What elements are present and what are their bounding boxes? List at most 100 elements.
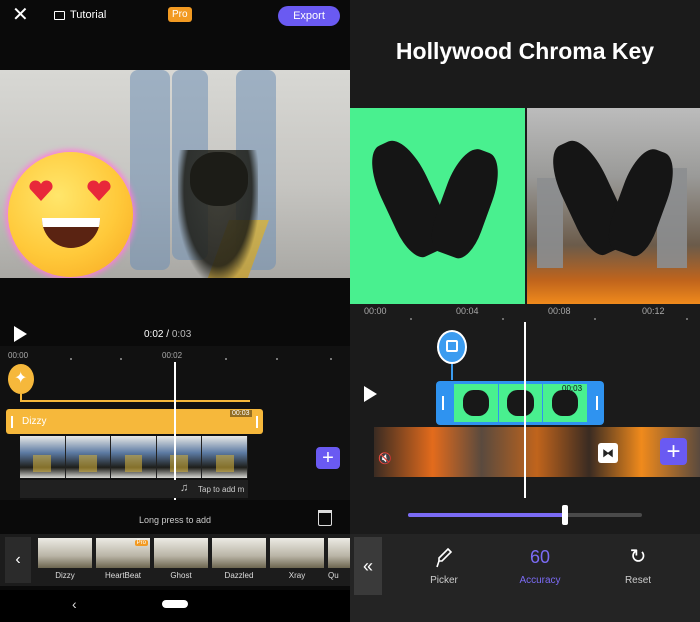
transition-icon[interactable]: ⧓ [598, 443, 618, 463]
mute-icon[interactable]: 🔇 [378, 452, 392, 465]
film-frame [499, 384, 544, 422]
ruler-tick [686, 318, 688, 320]
effect-label: Ghost [170, 571, 192, 580]
effect-label: Qu [328, 571, 339, 580]
ruler-tick [70, 358, 72, 360]
effect-thumbnail [154, 538, 208, 568]
add-music-hint[interactable]: Tap to add m [198, 485, 250, 494]
effect-item-heartbeat[interactable]: Pro HeartBeat [96, 538, 150, 580]
sticker-track-line [22, 400, 250, 402]
add-clip-button[interactable]: + [660, 438, 687, 465]
ruler-label: 00:02 [162, 351, 183, 360]
effect-item-ghost[interactable]: Ghost [154, 538, 208, 580]
dog-head [190, 152, 248, 206]
ruler-label: 00:00 [8, 351, 29, 360]
timecode: 0:02 / 0:03 [144, 329, 191, 340]
ghost-leg [130, 70, 170, 270]
film-frame [202, 436, 248, 478]
pin-stem [451, 364, 453, 380]
ruler-tick [410, 318, 412, 320]
clip-right-handle[interactable] [256, 416, 258, 428]
ruler-label: 00:08 [548, 306, 571, 316]
nav-back-icon[interactable]: ‹ [72, 596, 77, 612]
top-toolbar: ✕ Tutorial Pro Export [0, 0, 350, 32]
effect-clip-duration: 00:03 [230, 410, 252, 417]
clip-left-handle[interactable] [442, 396, 444, 410]
film-frame [156, 436, 203, 478]
ruler-tick [594, 318, 596, 320]
ruler-label: 00:04 [456, 306, 479, 316]
effect-thumbnail: Pro [96, 538, 150, 568]
effect-thumbnail [328, 538, 350, 568]
playhead[interactable] [524, 322, 526, 498]
effect-thumbnail [270, 538, 324, 568]
reset-tool[interactable]: ↻ Reset [608, 545, 668, 586]
ruler-label: 00:00 [364, 306, 387, 316]
current-time: 0:02 [144, 329, 164, 340]
accuracy-value: 60 [529, 547, 551, 567]
ruler-tick [502, 318, 504, 320]
tool-label: Picker [430, 575, 458, 586]
picker-tool[interactable]: Picker [414, 545, 474, 586]
keyframe-icon [446, 340, 458, 352]
accuracy-tool[interactable]: 60 Accuracy [510, 545, 570, 586]
heart-eyes-emoji-sticker[interactable] [8, 152, 133, 277]
tutorial-button[interactable]: Tutorial [54, 9, 106, 21]
video-preview[interactable] [0, 70, 350, 278]
accuracy-slider-fill [408, 513, 565, 517]
effect-label: Dazzled [224, 571, 254, 580]
ruler-tick [225, 358, 227, 360]
trash-icon[interactable] [318, 510, 332, 526]
heart-icon [87, 180, 111, 201]
clip-right-handle[interactable] [596, 396, 598, 410]
film-frame [65, 436, 112, 478]
effect-item-dazzled[interactable]: Dazzled [212, 538, 266, 580]
add-clip-button[interactable]: + [316, 447, 340, 469]
film-frame [454, 384, 499, 422]
film-frame [20, 436, 66, 478]
video-filmstrip[interactable] [20, 436, 248, 478]
play-button[interactable] [14, 326, 27, 342]
tutorial-icon [54, 10, 65, 20]
accuracy-slider-thumb[interactable] [561, 505, 568, 525]
export-button[interactable]: Export [278, 6, 340, 26]
clip-left-handle[interactable] [11, 416, 13, 428]
heart-icon [29, 180, 53, 201]
total-time: 0:03 [171, 329, 192, 340]
close-icon[interactable]: ✕ [12, 5, 30, 25]
film-frame [111, 436, 157, 478]
left-panel: ✕ Tutorial Pro Export 0:02 / 0:03 00:00 … [0, 0, 350, 622]
ruler-tick [120, 358, 122, 360]
effect-item-dizzy[interactable]: Dizzy [38, 538, 92, 580]
green-screen-preview[interactable] [350, 108, 525, 402]
right-panel: Hollywood Chroma Key 00:00 00:04 00:08 0… [350, 0, 700, 622]
time-separator: / [166, 329, 170, 340]
promo-title: Hollywood Chroma Key [395, 38, 655, 64]
effect-label: Dizzy [55, 571, 75, 580]
accuracy-slider[interactable] [408, 513, 642, 517]
play-button[interactable] [364, 386, 377, 402]
background-filmstrip[interactable] [374, 427, 700, 477]
tool-label: Accuracy [519, 575, 561, 586]
double-chevron-left-icon[interactable]: « [354, 537, 382, 595]
ruler-tick [330, 358, 332, 360]
emoji-mouth [42, 218, 100, 248]
chevron-left-icon[interactable]: ‹ [5, 537, 31, 583]
sparkle-icon: ✦ [14, 370, 28, 387]
effect-item-xray[interactable]: Xray [270, 538, 324, 580]
nav-home-pill[interactable] [162, 600, 188, 608]
effect-item-partial[interactable]: Qu [328, 538, 350, 580]
pro-badge[interactable]: Pro [168, 7, 192, 22]
ruler-label: 00:12 [642, 306, 665, 316]
tool-label: Reset [624, 575, 652, 586]
effect-label: Xray [288, 571, 306, 580]
chroma-result-preview [527, 108, 700, 304]
effect-label: HeartBeat [104, 571, 142, 580]
reset-icon: ↻ [629, 546, 647, 568]
effect-clip-label: Dizzy [22, 416, 47, 427]
effect-thumbnail [212, 538, 266, 568]
long-press-hint: Long press to add [138, 515, 212, 525]
pro-badge: Pro [134, 540, 148, 546]
ruler-tick [276, 358, 278, 360]
eyedropper-icon [414, 545, 474, 569]
